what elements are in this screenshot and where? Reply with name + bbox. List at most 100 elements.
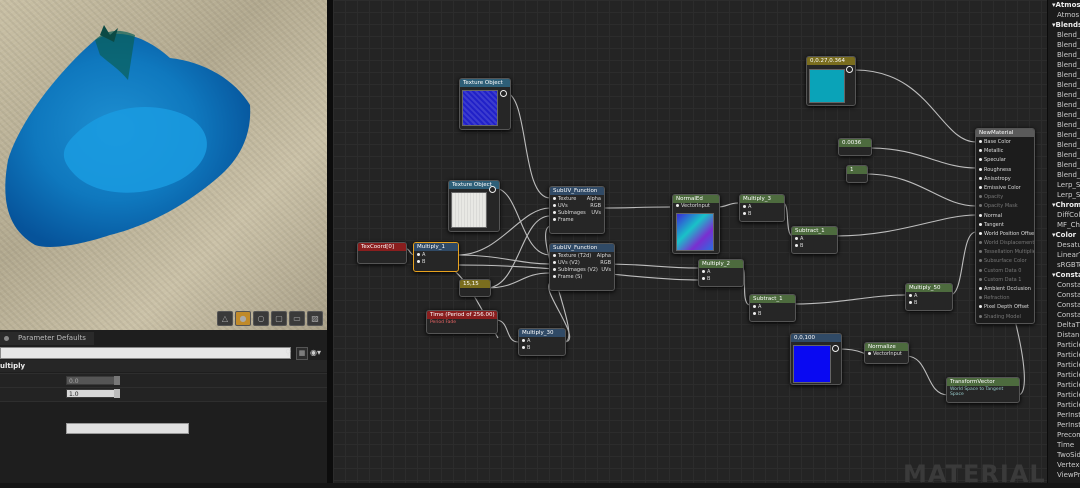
palette-item[interactable]: Blend_C: [1048, 50, 1080, 60]
constant-node[interactable]: 1: [846, 165, 868, 183]
palette-item[interactable]: Particle: [1048, 360, 1080, 370]
palette-item[interactable]: Particle: [1048, 340, 1080, 350]
vector-parameter-node[interactable]: 0,0,100: [790, 333, 842, 385]
palette-item[interactable]: Blend_E: [1048, 70, 1080, 80]
palette-item[interactable]: Consta: [1048, 300, 1080, 310]
palette-item[interactable]: Blend_P: [1048, 150, 1080, 160]
arrows-icon[interactable]: [114, 389, 120, 398]
palette-panel[interactable]: ▾AtmosphAtmos▾BlendsBlend_CBlend_CBlend_…: [1047, 0, 1080, 483]
palette-item[interactable]: Particle: [1048, 390, 1080, 400]
palette-item[interactable]: DeltaTi: [1048, 320, 1080, 330]
palette-category[interactable]: ▾Atmosph: [1048, 0, 1080, 10]
preview-viewport[interactable]: △ ● ○ ▢ ▭ ▨: [0, 0, 327, 330]
palette-item[interactable]: VertexC: [1048, 460, 1080, 470]
property-value-b[interactable]: 1.0: [66, 389, 120, 398]
subtract-node[interactable]: Subtract_1 A B: [749, 294, 796, 322]
palette-item[interactable]: Blend_C: [1048, 40, 1080, 50]
search-icon[interactable]: ⚲: [283, 347, 293, 359]
palette-item[interactable]: Consta: [1048, 290, 1080, 300]
material-input-pin[interactable]: Pixel Depth Offset: [979, 303, 1031, 312]
mesh-icon[interactable]: ▨: [307, 311, 323, 326]
output-pin[interactable]: [500, 90, 507, 97]
material-input-pin[interactable]: Specular: [979, 156, 1031, 165]
material-input-pin[interactable]: World Displacement: [979, 239, 1034, 248]
property-input-bar[interactable]: [66, 423, 189, 434]
multiply-node[interactable]: Multiply_1 A B: [413, 242, 459, 272]
time-node[interactable]: Time (Period of 256.00) Period Fade: [426, 310, 498, 334]
palette-item[interactable]: Blend_C: [1048, 30, 1080, 40]
grid-view-icon[interactable]: ▦: [296, 347, 308, 360]
material-input-pin[interactable]: Base Color: [979, 138, 1031, 147]
material-input-pin[interactable]: Metallic: [979, 147, 1031, 156]
palette-item[interactable]: Blend_L: [1048, 100, 1080, 110]
tab-parameter-defaults[interactable]: Parameter Defaults: [0, 332, 94, 345]
plane-icon[interactable]: ▭: [289, 311, 305, 326]
material-input-pin[interactable]: Opacity Mask: [979, 202, 1031, 211]
constant-node[interactable]: 0.0036: [838, 138, 872, 156]
material-input-pin[interactable]: Emissive Color: [979, 184, 1031, 193]
palette-item[interactable]: Blend_C: [1048, 130, 1080, 140]
palette-item[interactable]: TwoSid: [1048, 450, 1080, 460]
shape-icon[interactable]: △: [217, 311, 233, 326]
palette-item[interactable]: ViewPr: [1048, 470, 1080, 480]
multiply-node[interactable]: Multiply_3 A B: [739, 194, 785, 222]
palette-category[interactable]: ▾Color: [1048, 230, 1080, 240]
material-input-pin[interactable]: Roughness: [979, 166, 1031, 175]
material-input-pin[interactable]: Custom Data 1: [979, 276, 1031, 285]
details-search-input[interactable]: [0, 347, 291, 359]
palette-item[interactable]: Particle: [1048, 400, 1080, 410]
palette-item[interactable]: Lerp_Sc: [1048, 180, 1080, 190]
property-value-a[interactable]: 0.0: [66, 376, 120, 385]
palette-item[interactable]: DiffCol: [1048, 210, 1080, 220]
material-input-pin[interactable]: Refraction: [979, 294, 1031, 303]
palette-category[interactable]: ▾Constant: [1048, 270, 1080, 280]
palette-item[interactable]: Blend_L: [1048, 110, 1080, 120]
material-input-pin[interactable]: Anisotropy: [979, 175, 1031, 184]
palette-item[interactable]: Blend_L: [1048, 90, 1080, 100]
palette-item[interactable]: Particle: [1048, 380, 1080, 390]
multiply-node[interactable]: Multiply_30 A B: [518, 328, 566, 356]
output-pin[interactable]: [489, 186, 496, 193]
palette-item[interactable]: LinearT: [1048, 250, 1080, 260]
material-input-pin[interactable]: Normal: [979, 212, 1031, 221]
palette-item[interactable]: Blend_H: [1048, 80, 1080, 90]
arrows-icon[interactable]: [114, 376, 120, 385]
sphere-icon[interactable]: ●: [235, 311, 251, 326]
normal-sample-node[interactable]: NormalEd VectorInput: [672, 194, 720, 254]
section-header[interactable]: ultiply: [0, 360, 327, 372]
material-input-pin[interactable]: Subsurface Color: [979, 257, 1031, 266]
material-input-pin[interactable]: Ambient Occlusion: [979, 285, 1031, 294]
palette-item[interactable]: Atmos: [1048, 10, 1080, 20]
palette-item[interactable]: Distanc: [1048, 330, 1080, 340]
palette-item[interactable]: Particle: [1048, 370, 1080, 380]
output-pin[interactable]: [832, 345, 839, 352]
material-input-pin[interactable]: Shading Model: [979, 313, 1031, 322]
output-pin[interactable]: [846, 66, 853, 73]
material-input-pin[interactable]: World Position Offset: [979, 230, 1034, 239]
palette-item[interactable]: Time: [1048, 440, 1080, 450]
texcoord-node[interactable]: TexCoord[0]: [357, 242, 407, 264]
palette-item[interactable]: Blend_C: [1048, 140, 1080, 150]
palette-item[interactable]: Blend_L: [1048, 120, 1080, 130]
palette-item[interactable]: PerInst: [1048, 410, 1080, 420]
eye-icon[interactable]: ◉▾: [310, 347, 326, 358]
palette-category[interactable]: ▾Blends: [1048, 20, 1080, 30]
palette-item[interactable]: Particle: [1048, 350, 1080, 360]
cylinder-icon[interactable]: ○: [253, 311, 269, 326]
normalize-node[interactable]: Normalize VectorInput: [864, 342, 909, 364]
subtract-node[interactable]: Subtract_1 A B: [791, 226, 838, 254]
subuv-function-node[interactable]: SubUV_Function Texture (T2d) UVs (V2) Su…: [549, 243, 615, 291]
material-input-pin[interactable]: Tessellation Multiplier: [979, 248, 1034, 257]
palette-item[interactable]: Blend_S: [1048, 160, 1080, 170]
palette-category[interactable]: ▾Chromak: [1048, 200, 1080, 210]
multiply-node[interactable]: Multiply_2 A B: [698, 259, 744, 287]
transform-vector-node[interactable]: TransformVector World Space to Tangent S…: [946, 377, 1020, 403]
texture-object-node[interactable]: Texture Object: [459, 78, 511, 130]
palette-item[interactable]: Blend_D: [1048, 60, 1080, 70]
palette-item[interactable]: sRGBTo: [1048, 260, 1080, 270]
palette-item[interactable]: Blend_S: [1048, 170, 1080, 180]
multiply-node[interactable]: Multiply_50 A B: [905, 283, 953, 311]
subuv-function-node[interactable]: SubUV_Function Texture UVs SubImages Fra…: [549, 186, 605, 234]
material-input-pin[interactable]: Tangent: [979, 221, 1031, 230]
palette-item[interactable]: Precom: [1048, 430, 1080, 440]
